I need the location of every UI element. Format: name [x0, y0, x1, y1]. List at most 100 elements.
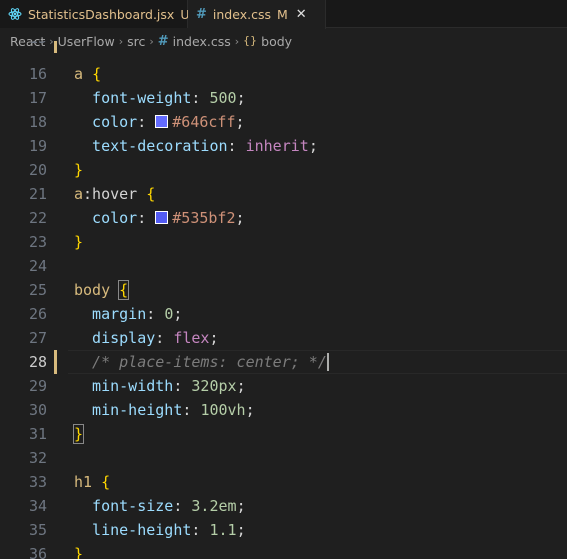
code-text: } — [74, 545, 83, 559]
code-token: 100vh — [200, 401, 246, 419]
code-text: h1 { — [74, 473, 110, 491]
code-line[interactable]: 36} — [0, 542, 567, 559]
code-line[interactable]: 26 margin: 0; — [0, 302, 567, 326]
code-token: : — [137, 209, 156, 227]
code-text: color: #646cff; — [74, 113, 245, 131]
code-text: a:hover { — [74, 185, 155, 203]
code-token: line-height — [74, 521, 192, 539]
code-token: } — [74, 233, 84, 251]
code-token: ; — [308, 137, 318, 155]
code-token: ; — [245, 401, 255, 419]
line-number: 23 — [28, 233, 47, 251]
code-token: :hover — [83, 185, 147, 203]
code-line[interactable]: 16 a { — [0, 62, 567, 86]
line-number: 36 — [28, 545, 47, 559]
code-token: font-size — [74, 497, 174, 515]
git-modified-marker[interactable] — [54, 350, 57, 374]
code-token: display — [74, 329, 156, 347]
code-text: font-size: 3.2em; — [74, 497, 246, 515]
line-number: 16 — [28, 65, 47, 83]
code-line[interactable]: 22 color: #535bf2; — [0, 206, 567, 230]
line-number: 30 — [28, 401, 47, 419]
color-swatch[interactable] — [155, 115, 169, 128]
line-number: 19 — [28, 137, 47, 155]
code-text: line-height: 1.1; — [74, 521, 246, 539]
code-line[interactable]: 19 text-decoration: inherit; — [0, 134, 567, 158]
code-line[interactable]: 29 min-width: 320px; — [0, 374, 567, 398]
line-number: 18 — [28, 113, 47, 131]
code-line[interactable]: 33 h1 { — [0, 470, 567, 494]
code-token: { — [101, 473, 111, 491]
code-text: a { — [74, 65, 101, 83]
code-token: #646cff — [172, 113, 236, 131]
code-line[interactable]: 18 color: #646cff; — [0, 110, 567, 134]
code-token: 0 — [164, 305, 174, 323]
code-token: ; — [235, 209, 245, 227]
code-token: { — [92, 65, 102, 83]
code-line[interactable]: 30 min-height: 100vh; — [0, 398, 567, 422]
code-line[interactable]: 31} — [0, 422, 567, 446]
line-number: 27 — [28, 329, 47, 347]
code-token: } — [74, 545, 84, 559]
code-line[interactable]: 23} — [0, 230, 567, 254]
code-line[interactable]: 34 font-size: 3.2em; — [0, 494, 567, 518]
tab-index-css[interactable]: # index.css M ✕ — [188, 0, 326, 29]
code-token: /* place-items: center; */ — [74, 352, 327, 371]
code-text: font-weight: 500; — [74, 89, 246, 107]
close-icon[interactable]: ✕ — [296, 7, 307, 22]
code-token: 500 — [209, 89, 237, 107]
code-text: } — [74, 233, 83, 251]
line-number: 25 — [28, 281, 47, 299]
code-token: ; — [236, 377, 246, 395]
code-token: { — [118, 280, 130, 300]
code-text: body { — [74, 280, 130, 300]
code-token: : — [182, 401, 201, 419]
code-text: } — [72, 424, 85, 444]
code-line[interactable]: 20} — [0, 158, 567, 182]
code-token: ; — [235, 113, 245, 131]
code-token: : — [173, 377, 192, 395]
code-token: color — [74, 113, 138, 131]
code-text: /* place-items: center; */ — [74, 353, 329, 372]
line-number: 34 — [28, 497, 47, 515]
code-line[interactable]: 21 a:hover { — [0, 182, 567, 206]
code-token: 1.1 — [209, 521, 237, 539]
line-number: 17 — [28, 89, 47, 107]
code-token: text-decoration — [74, 137, 228, 155]
line-number: 20 — [28, 161, 47, 179]
line-number: 31 — [28, 425, 47, 443]
code-token: 320px — [191, 377, 237, 395]
code-editor[interactable]: 15 16a {17 font-weight: 500;18 color: #6… — [0, 41, 567, 559]
code-line[interactable]: 27 display: flex; — [0, 326, 567, 350]
line-number: 26 — [28, 305, 47, 323]
code-token: a — [74, 65, 84, 83]
line-number: 32 — [28, 449, 47, 467]
tab-statistics-dashboard[interactable]: StatisticsDashboard.jsx U — [0, 0, 189, 28]
code-token: #535bf2 — [172, 209, 236, 227]
code-line[interactable]: 25 body { — [0, 278, 567, 302]
code-token: : — [191, 89, 210, 107]
code-token: : — [137, 113, 156, 131]
line-number: 29 — [28, 377, 47, 395]
git-modified-marker[interactable] — [54, 41, 57, 53]
code-line[interactable]: 17 font-weight: 500; — [0, 86, 567, 110]
code-line[interactable]: 35 line-height: 1.1; — [0, 518, 567, 542]
react-icon — [8, 7, 22, 21]
code-token: font-weight — [74, 89, 192, 107]
code-line[interactable]: 32 — [0, 446, 567, 470]
partial-line: 15 — [0, 41, 567, 53]
color-swatch[interactable] — [155, 211, 169, 224]
code-token: } — [72, 424, 85, 444]
line-number: 24 — [28, 257, 47, 275]
code-token: : — [155, 329, 174, 347]
code-token: : — [191, 521, 210, 539]
line-number: 28 — [28, 353, 47, 371]
code-line[interactable]: 28 /* place-items: center; */ — [0, 350, 567, 374]
code-line[interactable]: 24 — [0, 254, 567, 278]
code-token: : — [227, 137, 246, 155]
text-cursor — [326, 353, 329, 372]
code-token: 3.2em — [191, 497, 237, 515]
